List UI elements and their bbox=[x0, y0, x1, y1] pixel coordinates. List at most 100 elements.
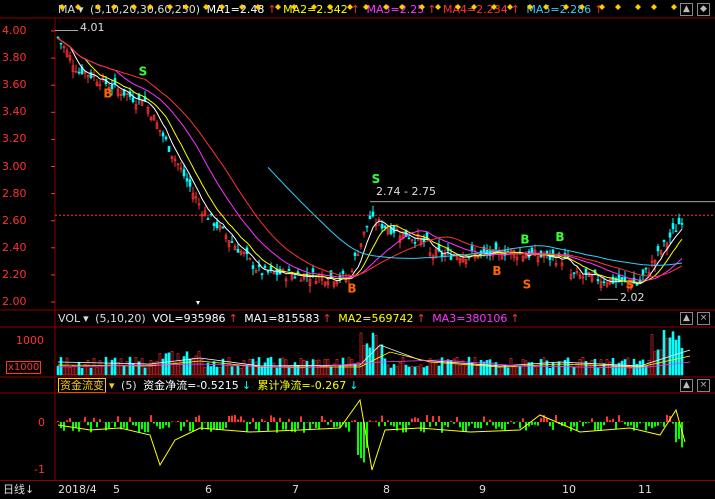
price-y-tick: 3.00 bbox=[2, 160, 27, 173]
volume-bar bbox=[264, 363, 266, 375]
candle-body bbox=[264, 266, 266, 267]
flow-bar bbox=[540, 418, 542, 422]
candle-body bbox=[60, 43, 62, 44]
flow-bar bbox=[261, 419, 263, 422]
volume-bar bbox=[555, 364, 557, 375]
flow-bar bbox=[345, 422, 347, 428]
flow-bar bbox=[324, 420, 326, 422]
buy-signal: B bbox=[347, 282, 356, 296]
volume-bar bbox=[486, 360, 488, 375]
candle-body bbox=[636, 284, 638, 285]
volume-bar bbox=[219, 368, 221, 375]
flow-bar bbox=[465, 422, 467, 432]
candle-body bbox=[642, 270, 644, 276]
volume-bar bbox=[492, 363, 494, 375]
x-axis-label: 7 bbox=[292, 481, 299, 499]
event-marker-icon bbox=[147, 4, 153, 10]
volume-bar bbox=[375, 335, 377, 375]
flow-bar bbox=[237, 419, 239, 422]
flow-bar bbox=[156, 422, 158, 426]
flow-bar bbox=[198, 415, 200, 422]
volume-bar bbox=[117, 362, 119, 375]
candle-body bbox=[663, 240, 665, 241]
volume-bar bbox=[210, 367, 212, 375]
candle-body bbox=[207, 219, 209, 220]
flow-bar bbox=[603, 422, 605, 425]
cursor-marker-icon bbox=[196, 301, 200, 305]
volume-bar bbox=[396, 367, 398, 375]
candle-body bbox=[162, 133, 164, 136]
flow-bar bbox=[600, 422, 602, 431]
candle-body bbox=[168, 146, 170, 151]
flow-bar bbox=[438, 416, 440, 422]
stock-chart[interactable]: BSBSBBSBS bbox=[0, 0, 715, 480]
flow-bar bbox=[99, 419, 101, 422]
candle-body bbox=[441, 253, 443, 256]
flow-bar bbox=[660, 422, 662, 423]
volume-bar bbox=[240, 368, 242, 375]
flow-y-tick-minus-one: -1 bbox=[34, 463, 45, 476]
volume-bar bbox=[228, 358, 230, 375]
event-marker-icon bbox=[311, 4, 317, 10]
flow-bar bbox=[459, 422, 461, 427]
period-selector[interactable]: 日线↓ bbox=[3, 481, 34, 499]
candle-body bbox=[597, 279, 599, 281]
flow-bar bbox=[573, 422, 575, 427]
volume-bar bbox=[261, 367, 263, 375]
ma4-line bbox=[58, 38, 682, 277]
flow-bar bbox=[552, 422, 554, 430]
event-marker-icon bbox=[203, 4, 209, 10]
sell-signal: S bbox=[372, 172, 381, 186]
volume-bar bbox=[501, 367, 503, 375]
candle-body bbox=[132, 98, 134, 102]
flow-bar bbox=[255, 422, 257, 429]
x-axis-label: 2018/4 bbox=[58, 481, 97, 499]
flow-bar bbox=[96, 422, 98, 427]
volume-bar bbox=[378, 347, 380, 375]
volume-bar bbox=[321, 367, 323, 375]
price-y-tick: 3.40 bbox=[2, 105, 27, 118]
flow-bar bbox=[312, 422, 314, 424]
flow-bar bbox=[318, 422, 320, 429]
flow-bar bbox=[441, 422, 443, 433]
flow-bar bbox=[57, 421, 59, 422]
volume-bar bbox=[102, 366, 104, 375]
volume-bar bbox=[198, 352, 200, 375]
flow-bar bbox=[90, 422, 92, 432]
volume-bar bbox=[474, 358, 476, 375]
flow-bar bbox=[171, 421, 173, 422]
volume-bar bbox=[408, 367, 410, 375]
flow-bar bbox=[297, 422, 299, 429]
volume-bar bbox=[405, 365, 407, 375]
flow-bar bbox=[519, 422, 521, 428]
volume-bar bbox=[114, 358, 116, 375]
volume-bar bbox=[411, 366, 413, 375]
flow-bar bbox=[411, 419, 413, 422]
volume-bar bbox=[456, 357, 458, 375]
flow-bar bbox=[117, 416, 119, 422]
flow-bar bbox=[447, 422, 449, 427]
candle-body bbox=[252, 266, 254, 269]
volume-bar bbox=[414, 367, 416, 375]
flow-bar bbox=[483, 416, 485, 422]
flow-bar bbox=[477, 422, 479, 428]
volume-bar bbox=[75, 367, 77, 375]
candle-body bbox=[231, 242, 233, 243]
flow-bar bbox=[273, 417, 275, 422]
flow-bar bbox=[213, 422, 215, 429]
flow-bar bbox=[657, 422, 659, 426]
volume-bar bbox=[213, 362, 215, 375]
volume-bar bbox=[615, 365, 617, 375]
volume-bar bbox=[207, 363, 209, 375]
flow-bar bbox=[582, 422, 584, 426]
flow-bar bbox=[462, 422, 464, 432]
candle-body bbox=[369, 216, 371, 219]
flow-bar bbox=[78, 422, 80, 432]
flow-bar bbox=[381, 416, 383, 422]
flow-bar bbox=[444, 422, 446, 425]
flow-bar bbox=[183, 422, 185, 427]
flow-bar bbox=[468, 422, 470, 426]
arrow-down-icon: ↓ bbox=[25, 483, 34, 496]
volume-bar bbox=[162, 359, 164, 375]
volume-bar bbox=[243, 361, 245, 375]
